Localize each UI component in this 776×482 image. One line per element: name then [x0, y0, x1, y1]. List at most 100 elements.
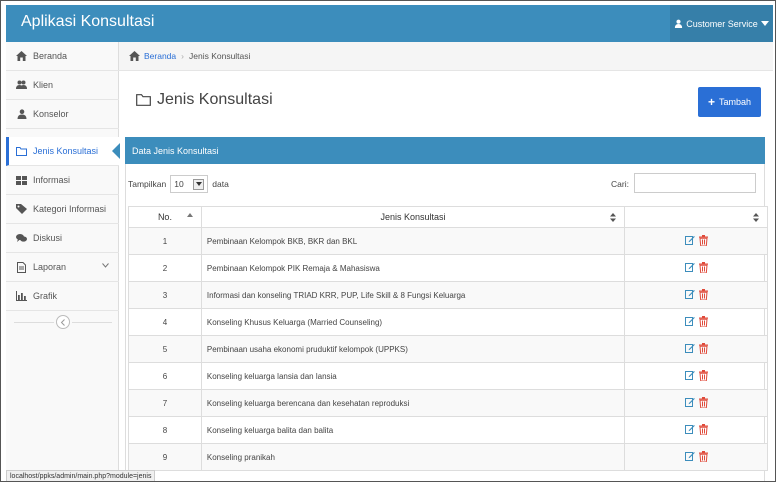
sidebar-item-label: Beranda [33, 51, 68, 61]
table-row: 3 Informasi dan konseling TRIAD KRR, PUP,… [128, 281, 768, 309]
sidebar: Beranda Klien Konselor Jenis Konsultasi … [6, 42, 120, 481]
sidebar-item-beranda[interactable]: Beranda [6, 42, 119, 71]
page-length-select[interactable]: 10 [170, 175, 209, 193]
sidebar-item-informasi[interactable]: Informasi [6, 166, 119, 195]
edit-icon[interactable] [684, 262, 695, 274]
chevron-down-icon [102, 263, 109, 268]
breadcrumb: Beranda › Jenis Konsultasi [119, 42, 773, 71]
caret-down-icon [193, 178, 205, 190]
active-indicator [112, 143, 120, 159]
page-title-text: Jenis Konsultasi [157, 91, 273, 108]
table-header-row: No. Jenis Konsultasi [128, 206, 768, 228]
breadcrumb-home-link[interactable]: Beranda [144, 51, 176, 61]
table-row: 5 Pembinaan usaha ekonomi pruduktif kelom… [128, 335, 768, 363]
delete-icon[interactable] [698, 423, 708, 437]
caret-down-icon [760, 20, 769, 26]
edit-icon[interactable] [684, 235, 695, 247]
grid-icon [16, 175, 27, 186]
sidebar-item-label: Informasi [33, 175, 71, 185]
row-actions [624, 281, 768, 309]
show-suffix: data [212, 179, 229, 189]
page-length-value: 10 [174, 179, 184, 189]
user-menu-button[interactable]: Customer Service [670, 5, 773, 42]
row-number: 1 [128, 227, 202, 255]
sidebar-item-konselor[interactable]: Konselor [6, 100, 119, 129]
row-number: 4 [128, 308, 202, 336]
delete-icon[interactable] [698, 369, 708, 383]
row-actions [624, 308, 768, 336]
panel-header: Data Jenis Konsultasi [125, 137, 765, 164]
row-actions [624, 443, 768, 471]
delete-icon[interactable] [698, 288, 708, 302]
column-header-no[interactable]: No. [128, 206, 202, 228]
user-icon [675, 19, 683, 28]
data-table: No. Jenis Konsultasi 1 Pembinaan Kelompok… [128, 206, 768, 471]
row-jenis-konsultasi: Konseling keluarga berencana dan kesehat… [200, 389, 626, 417]
row-jenis-konsultasi: Pembinaan Kelompok PIK Remaja & Mahasisw… [200, 254, 626, 282]
app-title[interactable]: Aplikasi Konsultasi [21, 13, 154, 31]
table-row: 8 Konseling keluarga balita dan balita [128, 416, 768, 444]
status-bar-url: localhost/ppks/admin/main.php?module=jen… [6, 470, 156, 481]
edit-icon[interactable] [684, 289, 695, 301]
home-icon [16, 51, 27, 62]
delete-icon[interactable] [698, 396, 708, 410]
row-number: 6 [128, 362, 202, 390]
sidebar-item-laporan[interactable]: Laporan [6, 253, 119, 282]
delete-icon[interactable] [698, 315, 708, 329]
delete-icon[interactable] [698, 450, 708, 464]
breadcrumb-current: Jenis Konsultasi [188, 51, 251, 61]
table-row: 6 Konseling keluarga lansia dan lansia [128, 362, 768, 390]
edit-icon[interactable] [684, 424, 695, 436]
sidebar-item-label: Kategori Informasi [33, 204, 107, 214]
edit-icon[interactable] [684, 397, 695, 409]
add-button[interactable]: + Tambah [698, 87, 761, 117]
sidebar-item-grafik[interactable]: Grafik [6, 282, 119, 311]
sidebar-item-kategori-informasi[interactable]: Kategori Informasi [6, 195, 119, 224]
search-input[interactable] [634, 173, 756, 193]
row-number: 8 [128, 416, 202, 444]
search-label: Cari: [611, 179, 629, 189]
row-jenis-konsultasi: Pembinaan usaha ekonomi pruduktif kelomp… [200, 335, 626, 363]
sidebar-collapse-button[interactable] [56, 315, 70, 329]
row-jenis-konsultasi: Konseling keluarga lansia dan lansia [200, 362, 626, 390]
tag-icon [16, 204, 27, 215]
column-header-jenis[interactable]: Jenis Konsultasi [200, 206, 626, 228]
edit-icon[interactable] [684, 343, 695, 355]
table-row: 4 Konseling Khusus Keluarga (Married Coun… [128, 308, 768, 336]
sidebar-item-label: Konselor [33, 109, 69, 119]
page-title: Jenis Konsultasi [136, 91, 273, 109]
row-actions [624, 389, 768, 417]
delete-icon[interactable] [698, 234, 708, 248]
row-jenis-konsultasi: Konseling keluarga balita dan balita [200, 416, 626, 444]
column-header-actions[interactable] [624, 206, 768, 228]
folder-icon [136, 94, 151, 106]
panel-title: Data Jenis Konsultasi [132, 145, 219, 156]
bar-chart-icon [16, 291, 27, 302]
row-jenis-konsultasi: Konseling Khusus Keluarga (Married Couns… [200, 308, 626, 336]
sidebar-item-klien[interactable]: Klien [6, 71, 119, 100]
row-number: 7 [128, 389, 202, 417]
row-actions [624, 254, 768, 282]
row-number: 5 [128, 335, 202, 363]
delete-icon[interactable] [698, 342, 708, 356]
users-icon [16, 80, 27, 91]
sidebar-item-label: Grafik [33, 291, 58, 301]
sidebar-item-diskusi[interactable]: Diskusi [6, 224, 119, 253]
table-row: 2 Pembinaan Kelompok PIK Remaja & Mahasis… [128, 254, 768, 282]
user-menu-label: Customer Service [686, 18, 758, 29]
chevron-left-icon [60, 318, 65, 326]
plus-icon: + [707, 94, 715, 109]
edit-icon[interactable] [684, 451, 695, 463]
divider [14, 322, 54, 323]
delete-icon[interactable] [698, 261, 708, 275]
sidebar-item-label: Diskusi [33, 233, 63, 243]
edit-icon[interactable] [684, 370, 695, 382]
sidebar-item-jenis-konsultasi[interactable]: Jenis Konsultasi [6, 137, 120, 166]
sort-icon [610, 213, 617, 222]
row-jenis-konsultasi: Pembinaan Kelompok BKB, BKR dan BKL [200, 227, 626, 255]
show-label: Tampilkan [128, 179, 167, 189]
top-navbar: Aplikasi Konsultasi Customer Service [6, 5, 773, 42]
edit-icon[interactable] [684, 316, 695, 328]
row-number: 9 [128, 443, 202, 471]
page-length-control: Tampilkan 10 data [128, 175, 229, 193]
